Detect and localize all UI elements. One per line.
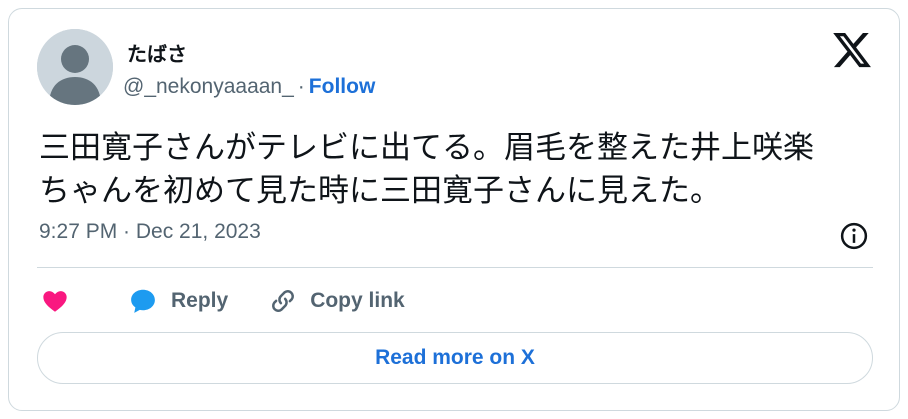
separator: · [297, 75, 305, 98]
display-name[interactable]: たばさ [127, 38, 187, 67]
tweet-text-line-1: 三田寛子さんがテレビに出てる。眉毛を整えた井上咲楽 [39, 130, 814, 166]
copy-link-label: Copy link [310, 289, 405, 312]
copy-link-button[interactable]: Copy link [268, 286, 405, 316]
reply-button[interactable]: Reply [127, 286, 228, 316]
handle-line: @_nekonyaaaan_ · Follow [123, 75, 375, 99]
info-icon[interactable] [839, 221, 869, 251]
tweet-text: 三田寛子さんがテレビに出てる。眉毛を整えた井上咲楽 ちゃんを初めて見た時に三田寛… [39, 127, 879, 213]
tweet-text-line-2: ちゃんを初めて見た時に三田寛子さんに見えた。 [39, 173, 721, 209]
link-icon [272, 290, 295, 312]
divider [37, 267, 873, 268]
speech-bubble-icon [131, 289, 155, 313]
reply-label: Reply [171, 289, 229, 312]
avatar[interactable] [37, 29, 113, 105]
read-more-button[interactable]: Read more on X [37, 332, 873, 384]
action-bar: Reply Copy link [37, 283, 405, 319]
heart-icon [43, 291, 67, 312]
default-avatar-icon [37, 29, 113, 105]
follow-button[interactable]: Follow [309, 75, 376, 98]
tweet-timestamp[interactable]: 9:27 PM · Dec 21, 2023 [39, 220, 261, 244]
tweet-card: たばさ @_nekonyaaaan_ · Follow 三田寛子さんがテレビに出てる… [8, 8, 900, 411]
like-button[interactable] [41, 287, 69, 315]
x-logo-icon[interactable] [831, 29, 873, 71]
user-handle[interactable]: @_nekonyaaaan_ [123, 75, 294, 98]
